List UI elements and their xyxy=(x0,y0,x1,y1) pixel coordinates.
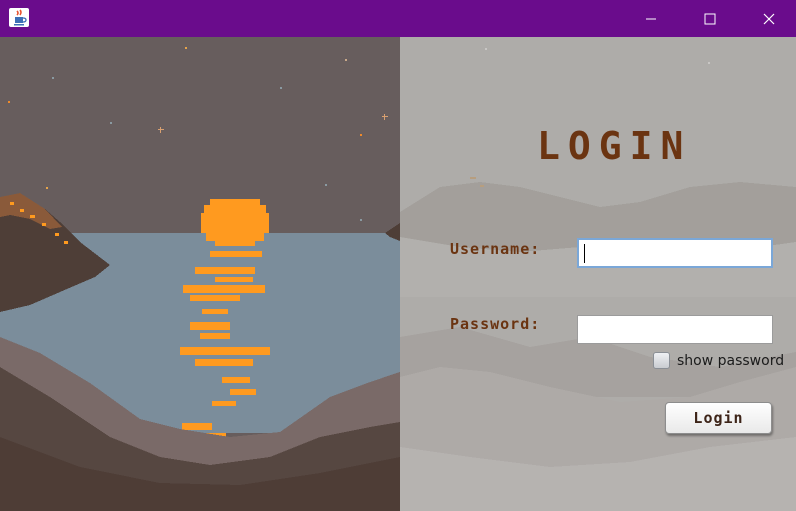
sunset-artwork xyxy=(0,37,400,511)
login-button[interactable]: Login xyxy=(665,402,772,434)
text-cursor xyxy=(584,244,585,263)
maximize-button[interactable] xyxy=(687,0,733,37)
username-label: Username: xyxy=(450,240,541,258)
close-button[interactable] xyxy=(746,0,792,37)
show-password-checkbox[interactable] xyxy=(653,352,670,369)
page-title: LOGIN xyxy=(537,124,692,168)
title-bar[interactable] xyxy=(0,0,796,37)
show-password-label[interactable]: show password xyxy=(677,353,784,369)
password-input[interactable] xyxy=(577,315,773,344)
misty-mountains-artwork xyxy=(400,37,796,511)
minimize-icon xyxy=(646,18,656,19)
close-icon xyxy=(763,13,775,24)
username-input[interactable] xyxy=(577,238,773,268)
java-cup-icon xyxy=(9,8,29,27)
login-window: LOGIN Username: Password: show password … xyxy=(0,0,796,511)
minimize-button[interactable] xyxy=(628,0,674,37)
maximize-icon xyxy=(704,13,716,24)
password-label: Password: xyxy=(450,315,541,333)
